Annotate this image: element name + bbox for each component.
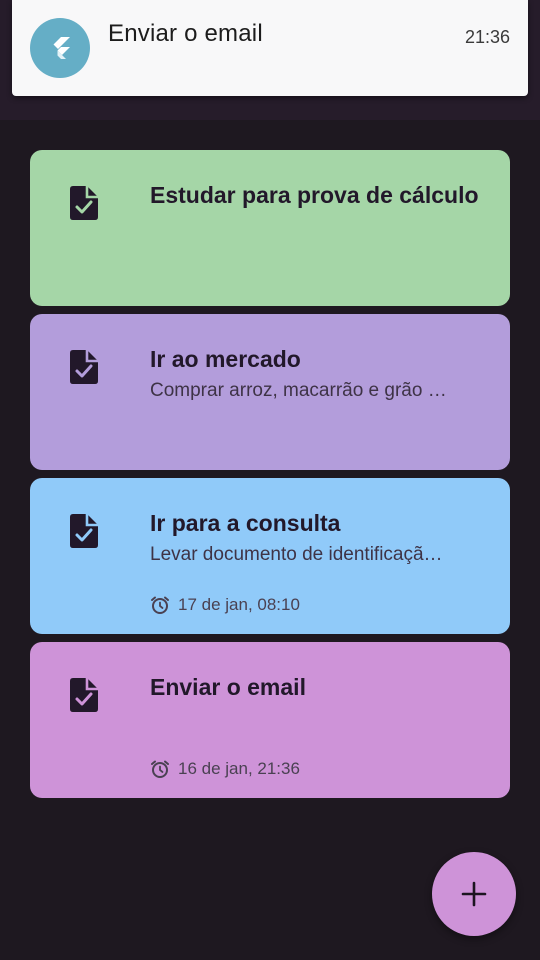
task-card[interactable]: Ir ao mercado Comprar arroz, macarrão e … — [30, 314, 510, 470]
task-title: Ir ao mercado — [150, 346, 301, 372]
task-title: Enviar o email — [150, 674, 306, 700]
notification-time: 21:36 — [464, 27, 510, 47]
task-card[interactable]: Ir para a consulta Levar documento de id… — [30, 478, 510, 634]
task-card[interactable]: Estudar para prova de cálculo — [30, 150, 510, 306]
notification-title: Enviar o email — [108, 20, 263, 47]
task-title: Ir para a consulta — [150, 510, 341, 536]
task-document-check-icon — [70, 678, 98, 712]
task-description: Levar documento de identificaçã… — [150, 544, 443, 565]
task-document-check-icon — [70, 514, 98, 548]
flutter-logo-icon — [30, 18, 90, 78]
task-reminder: 17 de jan, 08:10 — [150, 594, 300, 616]
plus-icon — [461, 881, 487, 907]
alarm-clock-icon — [151, 760, 169, 778]
task-title: Estudar para prova de cálculo — [150, 182, 479, 208]
task-document-check-icon — [70, 350, 98, 384]
task-reminder: 16 de jan, 21:36 — [150, 758, 300, 780]
task-description: Comprar arroz, macarrão e grão … — [150, 380, 447, 401]
notification-banner[interactable]: Enviar o email 21:36 — [12, 0, 528, 96]
task-reminder-text: 16 de jan, 21:36 — [178, 759, 300, 778]
task-list: Estudar para prova de cálculo Ir ao merc… — [30, 150, 510, 806]
add-task-button[interactable] — [432, 852, 516, 936]
task-reminder-text: 17 de jan, 08:10 — [178, 595, 300, 614]
task-card[interactable]: Enviar o email 16 de jan, 21:36 — [30, 642, 510, 798]
alarm-clock-icon — [151, 596, 169, 614]
task-document-check-icon — [70, 186, 98, 220]
